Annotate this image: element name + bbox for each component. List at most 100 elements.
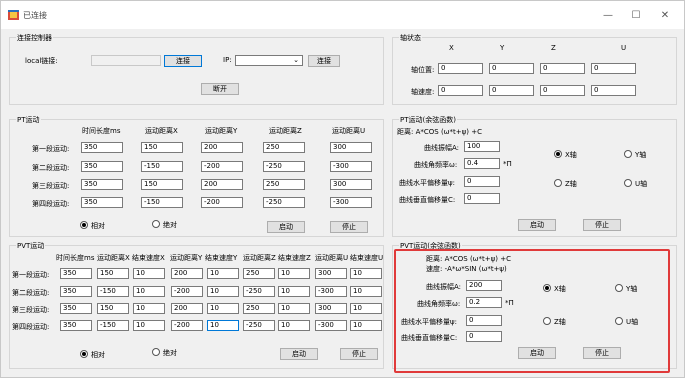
pvt-row3-time[interactable]: 350 [60, 303, 92, 314]
pvt-row2-y[interactable]: -200 [171, 286, 203, 297]
pt-row4-time[interactable]: 350 [81, 197, 123, 208]
pvt-absolute-radio[interactable] [152, 348, 160, 356]
pvt-row3-u[interactable]: 300 [315, 303, 347, 314]
pvt-row1-y[interactable]: 200 [171, 268, 203, 279]
pt-row1-z[interactable]: 250 [263, 142, 305, 153]
axis-col-z: Z [551, 44, 556, 52]
pvt-start-button[interactable]: 启动 [280, 348, 318, 360]
pt-relative-radio[interactable] [80, 221, 88, 229]
axis-vel-u[interactable]: 0 [591, 85, 636, 96]
pvt-row4-vz[interactable]: 10 [278, 320, 310, 331]
pt-row4-x[interactable]: -150 [141, 197, 183, 208]
pt-group: PT运动 时间长度ms 运动距离X 运动距离Y 运动距离Z 运动距离U 第一段运… [9, 115, 384, 237]
pt-cos-start-button[interactable]: 启动 [518, 219, 556, 231]
pt-row1-time[interactable]: 350 [81, 142, 123, 153]
pvt-row2-vy[interactable]: 10 [207, 286, 239, 297]
pvt-row4-time[interactable]: 350 [60, 320, 92, 331]
pt-cos-phase-field[interactable]: 0 [464, 176, 500, 187]
pvt-row2-z[interactable]: -250 [243, 286, 275, 297]
axis-vel-y[interactable]: 0 [489, 85, 534, 96]
pt-row2-z[interactable]: -250 [263, 161, 305, 172]
pt-cos-z-radio[interactable] [554, 179, 562, 187]
pt-cos-freq-field[interactable]: 0.4 [464, 158, 500, 169]
local-connect-button[interactable]: 连接 [164, 55, 202, 67]
axis-pos-u[interactable]: 0 [591, 63, 636, 74]
pt-row1-y[interactable]: 200 [201, 142, 243, 153]
pvt-row3-x[interactable]: 150 [97, 303, 129, 314]
pvt-row3-y[interactable]: 200 [171, 303, 203, 314]
axis-pos-x[interactable]: 0 [438, 63, 483, 74]
pvt-row4-vy[interactable]: 10 [207, 320, 239, 331]
pvt-row2-vx[interactable]: 10 [133, 286, 165, 297]
pvt-row2-time[interactable]: 350 [60, 286, 92, 297]
pvt-row4-z[interactable]: -250 [243, 320, 275, 331]
local-link-field[interactable] [91, 55, 161, 66]
pvt-row4-vu[interactable]: 10 [350, 320, 382, 331]
pvt-row2-vz[interactable]: 10 [278, 286, 310, 297]
pt-row3-y[interactable]: 200 [201, 179, 243, 190]
axis-vel-x[interactable]: 0 [438, 85, 483, 96]
axis-pos-y[interactable]: 0 [489, 63, 534, 74]
pt-row1-u[interactable]: 300 [330, 142, 372, 153]
pvt-relative-radio[interactable] [80, 350, 88, 358]
ip-connect-button[interactable]: 连接 [308, 55, 340, 67]
pt-cos-amp-field[interactable]: 100 [464, 141, 500, 152]
pvt-row4-y[interactable]: -200 [171, 320, 203, 331]
pvt-stop-button[interactable]: 停止 [340, 348, 378, 360]
pvt-row2-vu[interactable]: 10 [350, 286, 382, 297]
pt-cos-phase-label: 曲线水平偏移量ψ: [399, 179, 455, 187]
pt-cos-u-radio[interactable] [624, 179, 632, 187]
pvt-row1-vy[interactable]: 10 [207, 268, 239, 279]
pt-stop-button[interactable]: 停止 [330, 221, 368, 233]
close-button[interactable]: ✕ [656, 9, 674, 23]
pvt-row3-z[interactable]: 250 [243, 303, 275, 314]
pt-row2-time[interactable]: 350 [81, 161, 123, 172]
pvt-row3-vu[interactable]: 10 [350, 303, 382, 314]
pvt-row1-u[interactable]: 300 [315, 268, 347, 279]
pt-row3-x[interactable]: 150 [141, 179, 183, 190]
pt-cos-freq-unit: *Π [503, 160, 512, 168]
pvt-row2-u[interactable]: -300 [315, 286, 347, 297]
pt-header-x: 运动距离X [145, 127, 178, 135]
pt-cos-u-label: U轴 [635, 180, 648, 188]
pvt-header-vx: 结束速度X [132, 254, 165, 262]
pt-row2-y[interactable]: -200 [201, 161, 243, 172]
axis-vel-z[interactable]: 0 [540, 85, 585, 96]
connect-group-title: 连接控制器 [16, 33, 53, 43]
pt-row4-y[interactable]: -200 [201, 197, 243, 208]
pvt-header-x: 运动距离X [97, 254, 130, 262]
pvt-row1-z[interactable]: 250 [243, 268, 275, 279]
pvt-row1-vu[interactable]: 10 [350, 268, 382, 279]
pvt-row1-vx[interactable]: 10 [133, 268, 165, 279]
pt-row3-time[interactable]: 350 [81, 179, 123, 190]
pvt-row4-vx[interactable]: 10 [133, 320, 165, 331]
pt-row4-u[interactable]: -300 [330, 197, 372, 208]
pvt-row3-vx[interactable]: 10 [133, 303, 165, 314]
pt-row2-u[interactable]: -300 [330, 161, 372, 172]
pt-start-button[interactable]: 启动 [267, 221, 305, 233]
pvt-row1-vz[interactable]: 10 [278, 268, 310, 279]
pt-row2-x[interactable]: -150 [141, 161, 183, 172]
pt-row1-x[interactable]: 150 [141, 142, 183, 153]
pvt-row1-time[interactable]: 350 [60, 268, 92, 279]
pvt-row3-vz[interactable]: 10 [278, 303, 310, 314]
ip-select[interactable]: ⌄ [235, 55, 303, 66]
pvt-header-vu: 结束速度U [350, 254, 384, 262]
pvt-row4-u[interactable]: -300 [315, 320, 347, 331]
pt-cos-x-radio[interactable] [554, 150, 562, 158]
pvt-row1-x[interactable]: 150 [97, 268, 129, 279]
axis-pos-z[interactable]: 0 [540, 63, 585, 74]
pt-row3-u[interactable]: 300 [330, 179, 372, 190]
pvt-row4-x[interactable]: -150 [97, 320, 129, 331]
pt-cos-y-radio[interactable] [624, 150, 632, 158]
pt-row3-z[interactable]: 250 [263, 179, 305, 190]
pvt-row3-vy[interactable]: 10 [207, 303, 239, 314]
pt-row4-z[interactable]: -250 [263, 197, 305, 208]
minimize-button[interactable]: — [599, 9, 617, 23]
pt-absolute-radio[interactable] [152, 220, 160, 228]
disconnect-button[interactable]: 断开 [201, 83, 239, 95]
pt-cos-stop-button[interactable]: 停止 [583, 219, 621, 231]
pt-cos-offset-field[interactable]: 0 [464, 193, 500, 204]
pvt-row2-x[interactable]: -150 [97, 286, 129, 297]
maximize-button[interactable]: ☐ [627, 9, 645, 23]
